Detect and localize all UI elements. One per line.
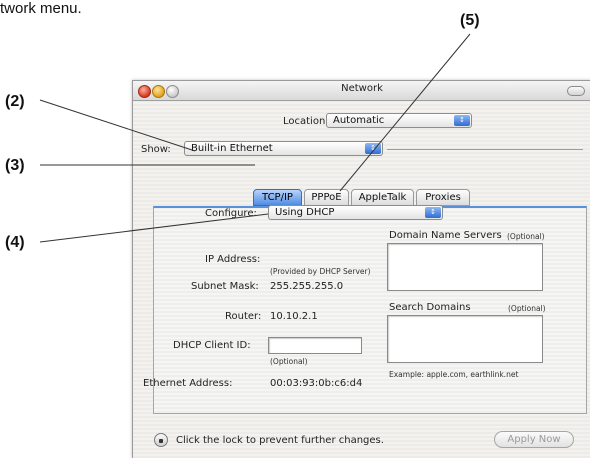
leader-line-5 bbox=[339, 33, 471, 192]
leader-line-2 bbox=[39, 99, 196, 152]
callout-leaders bbox=[39, 33, 471, 243]
leader-line-4 bbox=[39, 213, 269, 243]
